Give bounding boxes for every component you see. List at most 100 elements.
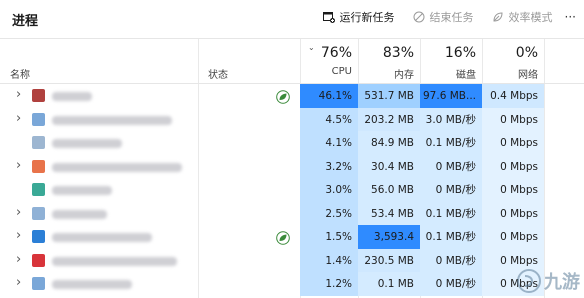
process-name-redacted [52,233,152,242]
memory-cell: 53.4 MB [358,201,420,226]
column-header-status[interactable]: 状态 [198,39,300,83]
memory-cell: 56.0 MB [358,178,420,202]
column-header-name[interactable]: 名称 [0,39,198,83]
table-row[interactable]: › 46.1% 531.7 MB 97.6 MB... 0.4 Mbps [0,84,584,108]
column-header-disk[interactable]: 16% 磁盘 [420,39,482,83]
expand-chevron-icon[interactable]: › [16,228,21,243]
memory-cell: 3,593.4 [358,225,420,249]
network-cell: 0.4 Mbps [482,84,544,108]
table-row[interactable]: › 2.5% 53.4 MB 0.1 MB/秒 0 Mbps [0,201,584,226]
efficiency-leaf-icon [276,89,290,108]
process-name-redacted [52,256,177,266]
efficiency-leaf-icon [276,230,290,249]
expand-chevron-icon[interactable]: › [16,87,21,102]
network-cell: 0 Mbps [482,178,544,202]
memory-cell: 203.2 MB [358,107,420,132]
table-row[interactable]: 3.0% 56.0 MB 0 MB/秒 0 Mbps [0,178,584,202]
column-header-network[interactable]: 0% 网络 [482,39,544,83]
column-header-cpu[interactable]: ⌄ 76% CPU [300,39,358,83]
cpu-cell: 3.2% [300,154,358,179]
process-name-redacted [52,209,107,219]
expand-chevron-icon[interactable]: › [16,252,21,267]
app-icon [32,136,45,149]
disk-total-percent: 16% [444,45,476,61]
app-icon [32,89,45,102]
column-label-disk: 磁盘 [456,70,476,81]
disk-cell: 0.1 MB/秒 [420,201,482,226]
app-icon [32,230,45,243]
end-task-label: 结束任务 [429,11,474,24]
disk-cell: 0 MB/秒 [420,178,482,202]
cpu-cell: 3.0% [300,178,358,202]
app-icon [32,183,45,196]
efficiency-mode-label: 效率模式 [508,11,553,24]
process-name-redacted [52,186,112,195]
sort-chevron-icon: ⌄ [308,43,315,52]
network-cell: 0 Mbps [482,131,544,155]
column-label-network: 网络 [518,70,538,81]
app-icon [32,159,45,173]
watermark-text: 九游 [544,272,580,293]
network-cell: 0 Mbps [482,154,544,179]
watermark-icon [517,269,541,293]
disk-cell: 0 MB/秒 [420,248,482,273]
column-label-status: 状态 [208,70,228,81]
leaf-icon [492,11,504,23]
cpu-cell: 1.5% [300,225,358,249]
block-icon [413,11,425,23]
disk-cell: 0.1 MB/秒 [420,225,482,249]
process-name-redacted [52,115,172,125]
expand-chevron-icon[interactable]: › [16,111,21,126]
memory-total-percent: 83% [382,45,414,61]
cpu-cell: 4.1% [300,131,358,155]
column-label-name: 名称 [10,70,30,81]
expand-chevron-icon[interactable]: › [16,158,21,173]
expand-chevron-icon[interactable]: › [16,275,21,290]
app-icon [32,206,45,220]
memory-cell: 84.9 MB [358,131,420,155]
disk-cell: 0.1 MB/秒 [420,131,482,155]
cpu-total-percent: 76% [320,45,352,61]
memory-cell: 230.5 MB [358,248,420,273]
table-row[interactable]: › 3.2% 30.4 MB 0 MB/秒 0 Mbps [0,154,584,179]
app-icon [32,253,45,267]
efficiency-mode-button[interactable]: 效率模式 [492,9,553,25]
network-cell: 0 Mbps [482,107,544,132]
disk-cell: 97.6 MB... [420,84,482,108]
process-name-redacted [52,162,182,172]
disk-cell: 3.0 MB/秒 [420,107,482,132]
table-row[interactable]: › 4.5% 203.2 MB 3.0 MB/秒 0 Mbps [0,107,584,132]
table-row[interactable]: › 1.5% 3,593.4 0.1 MB/秒 0 Mbps [0,225,584,249]
network-total-percent: 0% [515,45,538,61]
network-cell: 0 Mbps [482,225,544,249]
column-label-memory: 内存 [394,70,414,81]
app-icon [32,112,45,126]
run-new-task-button[interactable]: 运行新任务 [322,9,395,25]
app-icon [32,277,45,290]
cpu-cell: 1.2% [300,272,358,296]
toolbar-actions: 运行新任务 结束任务 效率模式 ··· [322,9,576,25]
memory-cell: 531.7 MB [358,84,420,108]
run-new-task-label: 运行新任务 [339,11,395,24]
cpu-cell: 2.5% [300,201,358,226]
more-options-button[interactable]: ··· [565,10,576,24]
memory-cell: 30.4 MB [358,154,420,179]
network-cell: 0 Mbps [482,201,544,226]
disk-cell: 0 MB/秒 [420,272,482,296]
process-name-redacted [52,92,92,101]
disk-cell: 0 MB/秒 [420,154,482,179]
column-header-memory[interactable]: 83% 内存 [358,39,420,83]
end-task-button[interactable]: 结束任务 [413,9,474,25]
cpu-cell: 1.4% [300,248,358,273]
table-row[interactable]: › 1.4% 230.5 MB 0 MB/秒 0 Mbps [0,248,584,273]
memory-cell: 0.1 MB [358,272,420,296]
page-title: 进程 [12,14,39,29]
table-row[interactable]: › 1.2% 0.1 MB 0 MB/秒 0 Mbps [0,272,584,296]
table-row[interactable]: 4.1% 84.9 MB 0.1 MB/秒 0 Mbps [0,131,584,155]
watermark-logo: 九游 [516,268,580,294]
column-label-cpu: CPU [331,66,352,77]
new-task-icon [322,11,335,23]
expand-chevron-icon[interactable]: › [16,205,21,220]
process-name-redacted [52,280,132,289]
toolbar: 进程 运行新任务 结束任务 效率模式 ··· [0,0,584,38]
